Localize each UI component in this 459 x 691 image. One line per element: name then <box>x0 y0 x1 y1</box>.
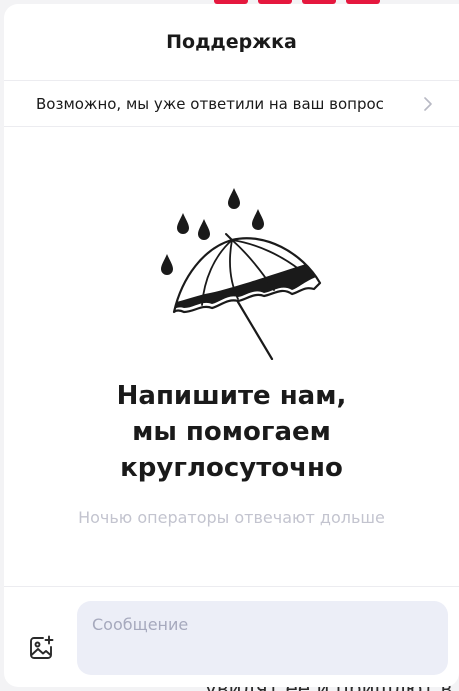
chevron-right-icon <box>421 96 435 111</box>
empty-state-subtitle: Ночью операторы отвечают дольше <box>78 508 385 527</box>
umbrella-rain-illustration <box>161 188 322 360</box>
empty-state-title: Напишите нам, мы помогаем круглосуточно <box>4 378 459 486</box>
empty-state-title-line: круглосуточно <box>120 453 343 483</box>
empty-state: Напишите нам, мы помогаем круглосуточно … <box>4 128 459 585</box>
add-image-icon <box>30 635 54 659</box>
chat-title: Поддержка <box>166 31 297 53</box>
attach-image-button[interactable] <box>26 633 56 663</box>
support-chat-panel: Поддержка Возможно, мы уже ответили на в… <box>4 4 459 687</box>
empty-state-title-line: Напишите нам, <box>116 381 347 411</box>
message-input[interactable] <box>77 601 448 675</box>
faq-link-row[interactable]: Возможно, мы уже ответили на ваш вопрос <box>4 81 459 127</box>
chat-header: Поддержка <box>4 4 459 81</box>
faq-link-label: Возможно, мы уже ответили на ваш вопрос <box>36 94 384 113</box>
message-composer <box>4 586 459 687</box>
empty-state-title-line: мы помогаем <box>132 417 331 447</box>
